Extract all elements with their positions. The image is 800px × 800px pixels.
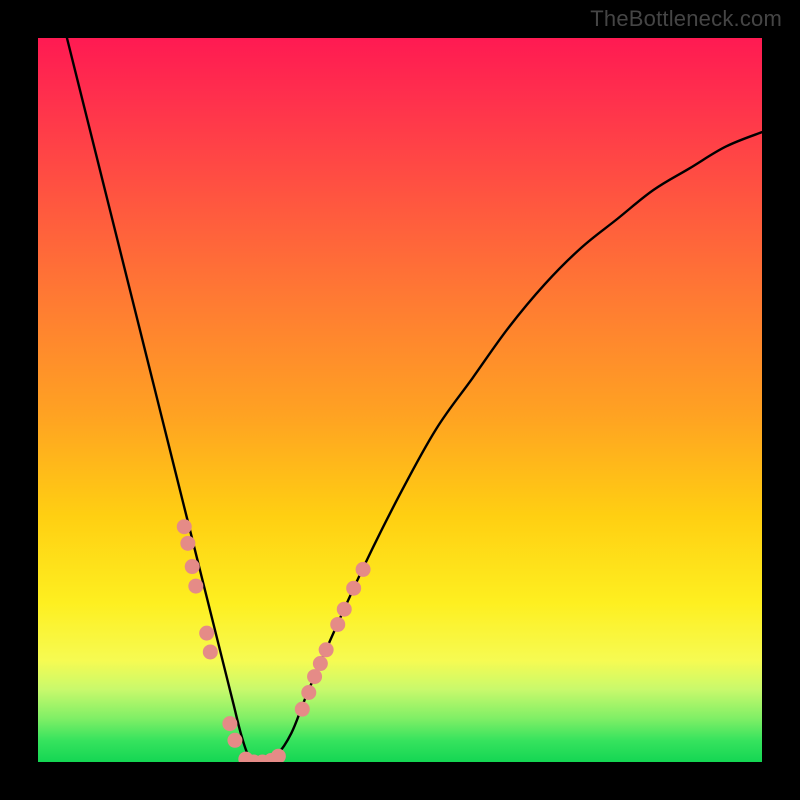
highlight-dot bbox=[188, 579, 203, 594]
watermark-text: TheBottleneck.com bbox=[590, 6, 782, 32]
highlight-dot bbox=[227, 733, 242, 748]
highlight-dot bbox=[307, 669, 322, 684]
highlight-dot bbox=[180, 536, 195, 551]
highlight-dots-group bbox=[177, 519, 371, 762]
highlight-dot bbox=[222, 716, 237, 731]
highlight-dot bbox=[199, 626, 214, 641]
highlight-dot bbox=[330, 617, 345, 632]
highlight-dot bbox=[301, 685, 316, 700]
plot-area bbox=[38, 38, 762, 762]
highlight-dot bbox=[337, 602, 352, 617]
highlight-dot bbox=[356, 562, 371, 577]
chart-frame: TheBottleneck.com bbox=[0, 0, 800, 800]
highlight-dot bbox=[271, 749, 286, 762]
highlight-dot bbox=[203, 644, 218, 659]
highlight-dot bbox=[185, 559, 200, 574]
highlight-dot bbox=[177, 519, 192, 534]
bottleneck-curve bbox=[67, 38, 762, 762]
highlight-dot bbox=[313, 656, 328, 671]
highlight-dot bbox=[319, 642, 334, 657]
highlight-dot bbox=[295, 702, 310, 717]
chart-svg bbox=[38, 38, 762, 762]
highlight-dot bbox=[346, 581, 361, 596]
